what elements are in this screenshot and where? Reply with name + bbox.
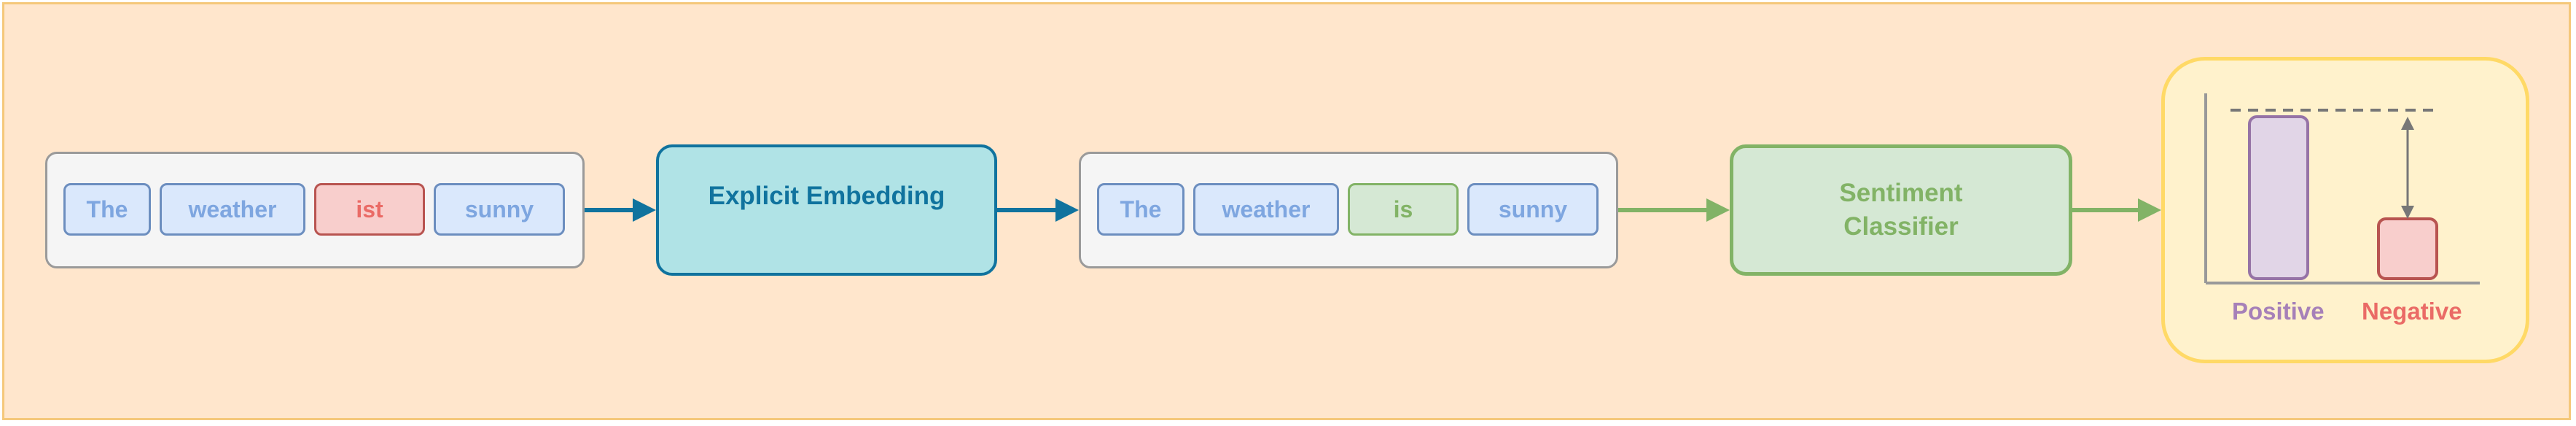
difference-arrow xyxy=(2401,117,2414,219)
negative-bar xyxy=(2377,217,2438,280)
positive-bar xyxy=(2248,115,2309,280)
arrow-embedding-to-output xyxy=(997,198,1079,222)
diagram-canvas: The weather ist sunny Explicit Embedding… xyxy=(0,0,2576,426)
arrow-output-to-classifier xyxy=(1618,198,1730,222)
diagram-overlay xyxy=(585,93,2480,284)
arrow-classifier-to-result xyxy=(2072,198,2161,222)
arrow-input-to-embedding xyxy=(585,198,656,222)
negative-label: Negative xyxy=(2362,298,2462,325)
positive-label: Positive xyxy=(2232,298,2325,325)
